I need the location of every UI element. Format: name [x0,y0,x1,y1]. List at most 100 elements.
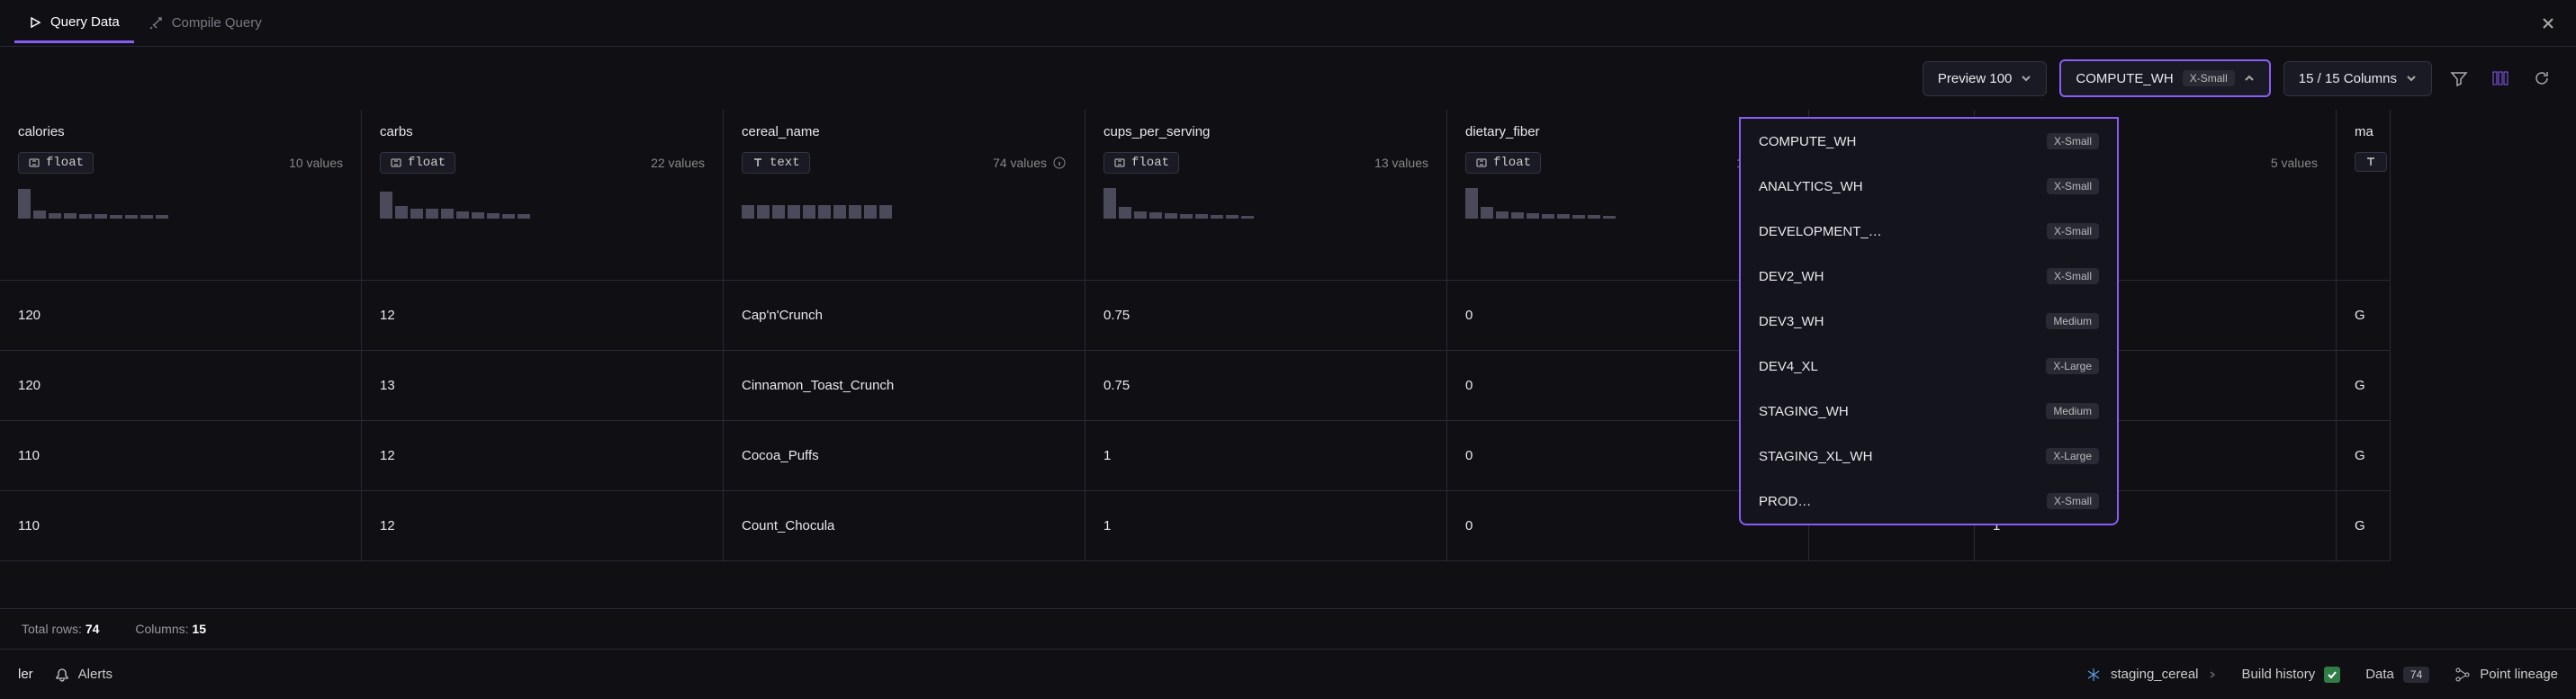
warehouse-option[interactable]: DEV3_WHMedium [1741,299,2117,344]
float-type-icon [1113,157,1126,169]
preview-label: Preview 100 [1938,71,2013,86]
chevron-up-icon [2244,73,2255,84]
warehouse-option[interactable]: COMPUTE_WHX-Small [1741,119,2117,164]
value-count: 10 values [289,156,343,170]
tab-query-data[interactable]: Query Data [14,4,134,43]
spark-histogram [1103,184,1428,219]
table-cell[interactable]: 12 [362,421,723,491]
warehouse-option[interactable]: STAGING_XL_WHX-Large [1741,434,2117,479]
column-header[interactable]: ma [2337,110,2390,281]
column-name: ma [2355,124,2372,139]
table-column: carbs float 22 values 12131212 [362,110,724,561]
spark-histogram [2355,183,2372,217]
warehouse-option-name: DEVELOPMENT_… [1759,224,1882,239]
columns-view-button[interactable] [2486,64,2515,93]
value-count: 22 values [651,156,705,170]
refresh-icon [2533,69,2551,87]
tab-label: Compile Query [172,15,262,31]
data-table: calories float 10 values 120120110110 ca… [0,110,2576,608]
column-header[interactable]: cups_per_serving float 13 values [1085,110,1446,281]
column-header[interactable]: calories float 10 values [0,110,361,281]
table-column: calories float 10 values 120120110110 [0,110,362,561]
column-header[interactable]: carbs float 22 values [362,110,723,281]
warehouse-option-name: DEV2_WH [1759,269,1824,284]
table-cell[interactable]: 110 [0,421,361,491]
point-lineage-button[interactable]: Point lineage [2454,667,2558,683]
info-icon[interactable] [1052,156,1067,170]
spark-histogram [18,184,343,219]
warehouse-option[interactable]: PROD…X-Small [1741,479,2117,524]
table-cell[interactable]: 12 [362,281,723,351]
type-badge: float [1103,152,1179,174]
table-cell[interactable]: G [2337,421,2390,491]
table-cell[interactable]: 0.75 [1085,281,1446,351]
warehouse-option-name: COMPUTE_WH [1759,134,1856,149]
spark-histogram [742,184,1067,219]
table-cell[interactable]: 120 [0,351,361,421]
total-columns: Columns: 15 [135,622,206,636]
status-left-truncated[interactable]: ler [18,667,33,682]
warehouse-option[interactable]: ANALYTICS_WH X-Small [1741,164,2117,209]
tab-label: Query Data [50,14,120,30]
table-column: ma GGGG [2337,110,2391,561]
type-badge: text [742,152,810,174]
status-bar: ler Alerts staging_cereal Build history … [0,649,2576,699]
table-cell[interactable]: 13 [362,351,723,421]
check-icon [2324,667,2340,683]
warehouse-dropdown: COMPUTE_WHX-SmallANALYTICS_WHX-SmallDEVE… [1739,117,2119,525]
warehouse-option[interactable]: STAGING_WHMedium [1741,389,2117,434]
table-meta: Total rows: 74 Columns: 15 [0,608,2576,649]
tab-compile-query[interactable]: Compile Query [134,4,276,41]
warehouse-option-size: X-Small [2047,493,2099,509]
columns-select[interactable]: 15 / 15 Columns [2283,61,2432,96]
spark-histogram [380,184,705,219]
float-type-icon [390,157,402,169]
warehouse-option[interactable]: DEV4_XL X-Large [1741,344,2117,389]
table-column: cereal_name text 74 values Cap'n'CrunchC… [724,110,1085,561]
type-badge: float [18,152,94,174]
warehouse-option-name: ANALYTICS_WH [1759,179,1863,194]
warehouse-option-size: Medium [2046,313,2099,329]
close-icon [2540,15,2556,31]
warehouse-select[interactable]: COMPUTE_WH X-Small [2059,59,2270,97]
table-cell[interactable]: G [2337,491,2390,561]
warehouse-option-name: DEV4_XL [1759,359,1818,374]
column-name: calories [18,124,343,139]
table-cell[interactable]: G [2337,351,2390,421]
warehouse-option-size: X-Large [2046,358,2099,374]
close-button[interactable] [2535,10,2562,37]
warehouse-option[interactable]: DEVELOPMENT_…X-Small [1741,209,2117,254]
build-history-button[interactable]: Build history [2242,667,2341,683]
model-crumb[interactable]: staging_cereal [2085,667,2217,683]
type-badge [2355,152,2387,172]
text-type-icon [2364,156,2377,168]
data-button[interactable]: Data 74 [2365,667,2429,683]
column-header[interactable]: cereal_name text 74 values [724,110,1085,281]
table-cell[interactable]: 12 [362,491,723,561]
preview-select[interactable]: Preview 100 [1923,61,2048,96]
warehouse-option-size: X-Small [2047,178,2099,194]
play-icon [29,16,41,29]
filter-button[interactable] [2445,64,2473,93]
table-cell[interactable]: 0.75 [1085,351,1446,421]
value-count: 5 values [2271,156,2318,170]
toolbar: Query Data Compile Query [0,0,2576,47]
warehouse-option-name: STAGING_XL_WH [1759,449,1872,464]
table-cell[interactable]: 110 [0,491,361,561]
table-cell[interactable]: 1 [1085,421,1446,491]
table-cell[interactable]: Cinnamon_Toast_Crunch [724,351,1085,421]
table-cell[interactable]: G [2337,281,2390,351]
table-cell[interactable]: Count_Chocula [724,491,1085,561]
alerts-button[interactable]: Alerts [55,667,113,682]
refresh-button[interactable] [2527,64,2556,93]
column-name: carbs [380,124,705,139]
table-cell[interactable]: 1 [1085,491,1446,561]
bell-icon [55,668,69,682]
warehouse-option-name: STAGING_WH [1759,404,1849,419]
table-cell[interactable]: 120 [0,281,361,351]
table-cell[interactable]: Cap'n'Crunch [724,281,1085,351]
warehouse-option[interactable]: DEV2_WHX-Small [1741,254,2117,299]
table-cell[interactable]: Cocoa_Puffs [724,421,1085,491]
chevron-down-icon [2406,73,2417,84]
warehouse-size: X-Small [2183,70,2235,86]
